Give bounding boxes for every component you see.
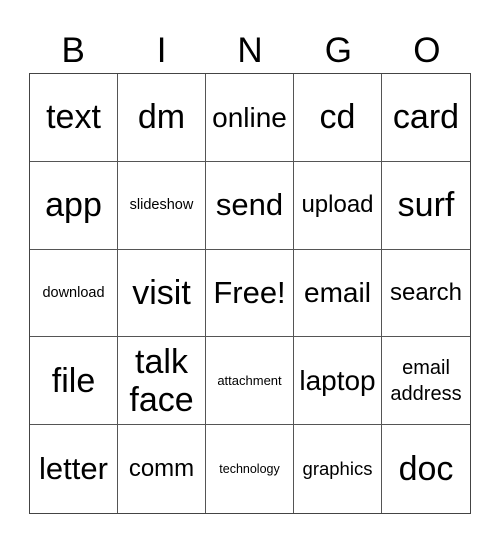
free-space-cell[interactable]: Free!: [206, 249, 294, 338]
bingo-cell[interactable]: talk face: [118, 337, 206, 426]
header-letter-g: G: [324, 31, 353, 70]
bingo-cell[interactable]: app: [30, 161, 118, 250]
bingo-cell[interactable]: file: [30, 337, 118, 426]
bingo-cell[interactable]: upload: [294, 161, 382, 250]
bingo-header: B I N G O: [29, 30, 471, 72]
header-letter-i: I: [156, 31, 167, 70]
bingo-cell[interactable]: letter: [30, 425, 118, 513]
bingo-cell[interactable]: email address: [382, 337, 470, 426]
bingo-cell[interactable]: send: [206, 161, 294, 250]
bingo-cell[interactable]: online: [206, 74, 294, 162]
bingo-cell[interactable]: email: [294, 249, 382, 338]
header-letter-b: B: [61, 31, 85, 70]
bingo-grid: text dm online cd card app slideshow sen…: [29, 73, 471, 514]
bingo-cell[interactable]: slideshow: [118, 161, 206, 250]
bingo-cell[interactable]: comm: [118, 425, 206, 513]
bingo-cell[interactable]: surf: [382, 162, 470, 250]
bingo-cell[interactable]: attachment: [206, 337, 294, 426]
bingo-cell[interactable]: search: [382, 250, 470, 338]
bingo-cell[interactable]: card: [382, 74, 470, 162]
bingo-cell[interactable]: doc: [382, 425, 470, 513]
bingo-cell[interactable]: text: [30, 74, 118, 162]
bingo-cell[interactable]: download: [30, 249, 118, 338]
bingo-cell[interactable]: cd: [294, 74, 382, 162]
bingo-cell[interactable]: technology: [206, 425, 294, 513]
header-letter-n: N: [237, 31, 263, 70]
bingo-cell[interactable]: visit: [118, 249, 206, 338]
bingo-cell[interactable]: graphics: [294, 425, 382, 513]
header-letter-o: O: [413, 31, 441, 70]
bingo-cell[interactable]: laptop: [294, 337, 382, 426]
bingo-cell[interactable]: dm: [118, 74, 206, 162]
